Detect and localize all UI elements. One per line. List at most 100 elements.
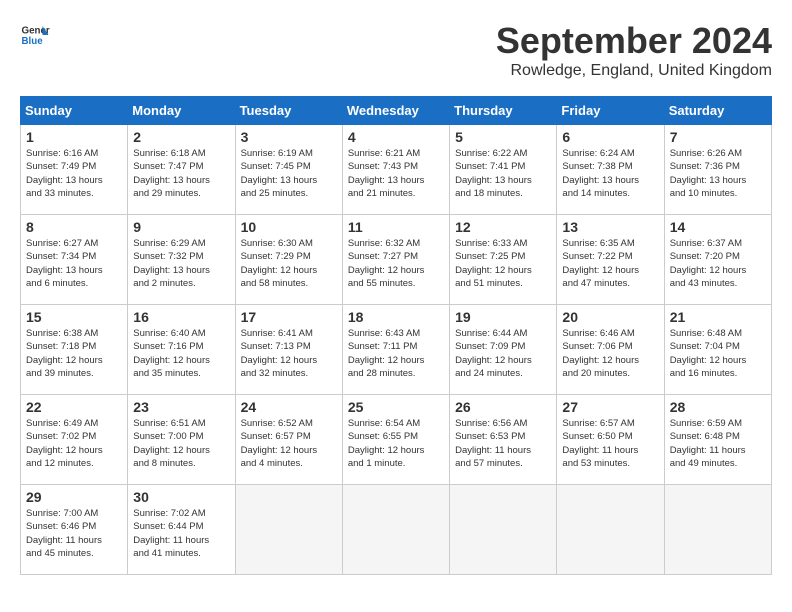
calendar-cell: 2 Sunrise: 6:18 AM Sunset: 7:47 PM Daylig…	[128, 125, 235, 215]
day-info: Sunrise: 6:48 AM Sunset: 7:04 PM Dayligh…	[670, 327, 766, 380]
svg-text:Blue: Blue	[22, 36, 44, 47]
day-number: 6	[562, 129, 658, 145]
day-info: Sunrise: 6:29 AM Sunset: 7:32 PM Dayligh…	[133, 237, 229, 290]
weekday-header-thursday: Thursday	[450, 97, 557, 125]
calendar-cell: 30 Sunrise: 7:02 AM Sunset: 6:44 PM Dayli…	[128, 485, 235, 575]
day-info: Sunrise: 6:26 AM Sunset: 7:36 PM Dayligh…	[670, 147, 766, 200]
day-info: Sunrise: 6:33 AM Sunset: 7:25 PM Dayligh…	[455, 237, 551, 290]
calendar-cell: 27 Sunrise: 6:57 AM Sunset: 6:50 PM Dayli…	[557, 395, 664, 485]
day-number: 5	[455, 129, 551, 145]
calendar-cell: 23Sunrise: 6:51 AM Sunset: 7:00 PM Dayli…	[128, 395, 235, 485]
calendar-cell: 11 Sunrise: 6:32 AM Sunset: 7:27 PM Dayli…	[342, 215, 449, 305]
calendar-week-5: 29 Sunrise: 7:00 AM Sunset: 6:46 PM Dayli…	[21, 485, 772, 575]
calendar-cell	[235, 485, 342, 575]
day-number: 8	[26, 219, 122, 235]
day-number: 29	[26, 489, 122, 505]
day-number: 20	[562, 309, 658, 325]
calendar-cell: 4 Sunrise: 6:21 AM Sunset: 7:43 PM Daylig…	[342, 125, 449, 215]
weekday-header-wednesday: Wednesday	[342, 97, 449, 125]
day-info: Sunrise: 6:44 AM Sunset: 7:09 PM Dayligh…	[455, 327, 551, 380]
weekday-header-friday: Friday	[557, 97, 664, 125]
calendar-cell: 26 Sunrise: 6:56 AM Sunset: 6:53 PM Dayli…	[450, 395, 557, 485]
weekday-header-row: SundayMondayTuesdayWednesdayThursdayFrid…	[21, 97, 772, 125]
day-number: 22	[26, 399, 122, 415]
logo-icon: General Blue	[20, 20, 50, 50]
day-number: 23	[133, 399, 229, 415]
day-info: Sunrise: 6:57 AM Sunset: 6:50 PM Dayligh…	[562, 417, 658, 470]
day-info: Sunrise: 6:56 AM Sunset: 6:53 PM Dayligh…	[455, 417, 551, 470]
day-info: Sunrise: 6:21 AM Sunset: 7:43 PM Dayligh…	[348, 147, 444, 200]
day-info: Sunrise: 6:43 AM Sunset: 7:11 PM Dayligh…	[348, 327, 444, 380]
calendar-cell: 15 Sunrise: 6:38 AM Sunset: 7:18 PM Dayli…	[21, 305, 128, 395]
day-number: 19	[455, 309, 551, 325]
day-number: 1	[26, 129, 122, 145]
calendar-cell: 13 Sunrise: 6:35 AM Sunset: 7:22 PM Dayli…	[557, 215, 664, 305]
day-number: 9	[133, 219, 229, 235]
weekday-header-monday: Monday	[128, 97, 235, 125]
day-number: 14	[670, 219, 766, 235]
day-number: 25	[348, 399, 444, 415]
calendar-cell: 29 Sunrise: 7:00 AM Sunset: 6:46 PM Dayli…	[21, 485, 128, 575]
logo: General Blue	[20, 20, 50, 50]
day-info: Sunrise: 6:30 AM Sunset: 7:29 PM Dayligh…	[241, 237, 337, 290]
day-number: 7	[670, 129, 766, 145]
day-info: Sunrise: 6:18 AM Sunset: 7:47 PM Dayligh…	[133, 147, 229, 200]
day-number: 2	[133, 129, 229, 145]
calendar-cell: 8Sunrise: 6:27 AM Sunset: 7:34 PM Daylig…	[21, 215, 128, 305]
calendar-cell: 24Sunrise: 6:52 AM Sunset: 6:57 PM Dayli…	[235, 395, 342, 485]
day-info: Sunrise: 6:38 AM Sunset: 7:18 PM Dayligh…	[26, 327, 122, 380]
calendar-cell: 18 Sunrise: 6:43 AM Sunset: 7:11 PM Dayli…	[342, 305, 449, 395]
calendar-cell: 6 Sunrise: 6:24 AM Sunset: 7:38 PM Daylig…	[557, 125, 664, 215]
day-info: Sunrise: 6:37 AM Sunset: 7:20 PM Dayligh…	[670, 237, 766, 290]
day-number: 17	[241, 309, 337, 325]
calendar-cell: 22 Sunrise: 6:49 AM Sunset: 7:02 PM Dayli…	[21, 395, 128, 485]
day-info: Sunrise: 6:46 AM Sunset: 7:06 PM Dayligh…	[562, 327, 658, 380]
calendar-cell: 14 Sunrise: 6:37 AM Sunset: 7:20 PM Dayli…	[664, 215, 771, 305]
calendar-cell: 19 Sunrise: 6:44 AM Sunset: 7:09 PM Dayli…	[450, 305, 557, 395]
day-info: Sunrise: 6:49 AM Sunset: 7:02 PM Dayligh…	[26, 417, 122, 470]
day-info: Sunrise: 6:16 AM Sunset: 7:49 PM Dayligh…	[26, 147, 122, 200]
day-number: 27	[562, 399, 658, 415]
day-number: 11	[348, 219, 444, 235]
day-info: Sunrise: 7:00 AM Sunset: 6:46 PM Dayligh…	[26, 507, 122, 560]
subtitle: Rowledge, England, United Kingdom	[496, 62, 772, 80]
day-number: 12	[455, 219, 551, 235]
weekday-header-tuesday: Tuesday	[235, 97, 342, 125]
day-info: Sunrise: 6:19 AM Sunset: 7:45 PM Dayligh…	[241, 147, 337, 200]
day-info: Sunrise: 6:40 AM Sunset: 7:16 PM Dayligh…	[133, 327, 229, 380]
day-info: Sunrise: 6:59 AM Sunset: 6:48 PM Dayligh…	[670, 417, 766, 470]
day-number: 13	[562, 219, 658, 235]
calendar-cell: 21 Sunrise: 6:48 AM Sunset: 7:04 PM Dayli…	[664, 305, 771, 395]
calendar-week-4: 22 Sunrise: 6:49 AM Sunset: 7:02 PM Dayli…	[21, 395, 772, 485]
day-number: 24	[241, 399, 337, 415]
title-area: September 2024 Rowledge, England, United…	[496, 20, 772, 80]
day-info: Sunrise: 6:41 AM Sunset: 7:13 PM Dayligh…	[241, 327, 337, 380]
month-title: September 2024	[496, 20, 772, 62]
calendar-table: SundayMondayTuesdayWednesdayThursdayFrid…	[20, 96, 772, 575]
day-number: 18	[348, 309, 444, 325]
calendar-cell	[664, 485, 771, 575]
day-info: Sunrise: 7:02 AM Sunset: 6:44 PM Dayligh…	[133, 507, 229, 560]
day-number: 4	[348, 129, 444, 145]
day-info: Sunrise: 6:24 AM Sunset: 7:38 PM Dayligh…	[562, 147, 658, 200]
calendar-cell	[450, 485, 557, 575]
calendar-cell: 9 Sunrise: 6:29 AM Sunset: 7:32 PM Daylig…	[128, 215, 235, 305]
calendar-cell: 28 Sunrise: 6:59 AM Sunset: 6:48 PM Dayli…	[664, 395, 771, 485]
day-number: 26	[455, 399, 551, 415]
weekday-header-saturday: Saturday	[664, 97, 771, 125]
day-number: 10	[241, 219, 337, 235]
day-info: Sunrise: 6:35 AM Sunset: 7:22 PM Dayligh…	[562, 237, 658, 290]
calendar-week-1: 1 Sunrise: 6:16 AM Sunset: 7:49 PM Daylig…	[21, 125, 772, 215]
day-number: 15	[26, 309, 122, 325]
calendar-cell: 3Sunrise: 6:19 AM Sunset: 7:45 PM Daylig…	[235, 125, 342, 215]
day-number: 30	[133, 489, 229, 505]
day-info: Sunrise: 6:32 AM Sunset: 7:27 PM Dayligh…	[348, 237, 444, 290]
calendar-cell: 7 Sunrise: 6:26 AM Sunset: 7:36 PM Daylig…	[664, 125, 771, 215]
calendar-cell: 12 Sunrise: 6:33 AM Sunset: 7:25 PM Dayli…	[450, 215, 557, 305]
calendar-cell: 1 Sunrise: 6:16 AM Sunset: 7:49 PM Daylig…	[21, 125, 128, 215]
day-number: 28	[670, 399, 766, 415]
header: General Blue September 2024 Rowledge, En…	[20, 20, 772, 80]
day-number: 21	[670, 309, 766, 325]
calendar-cell: 20 Sunrise: 6:46 AM Sunset: 7:06 PM Dayli…	[557, 305, 664, 395]
day-number: 16	[133, 309, 229, 325]
